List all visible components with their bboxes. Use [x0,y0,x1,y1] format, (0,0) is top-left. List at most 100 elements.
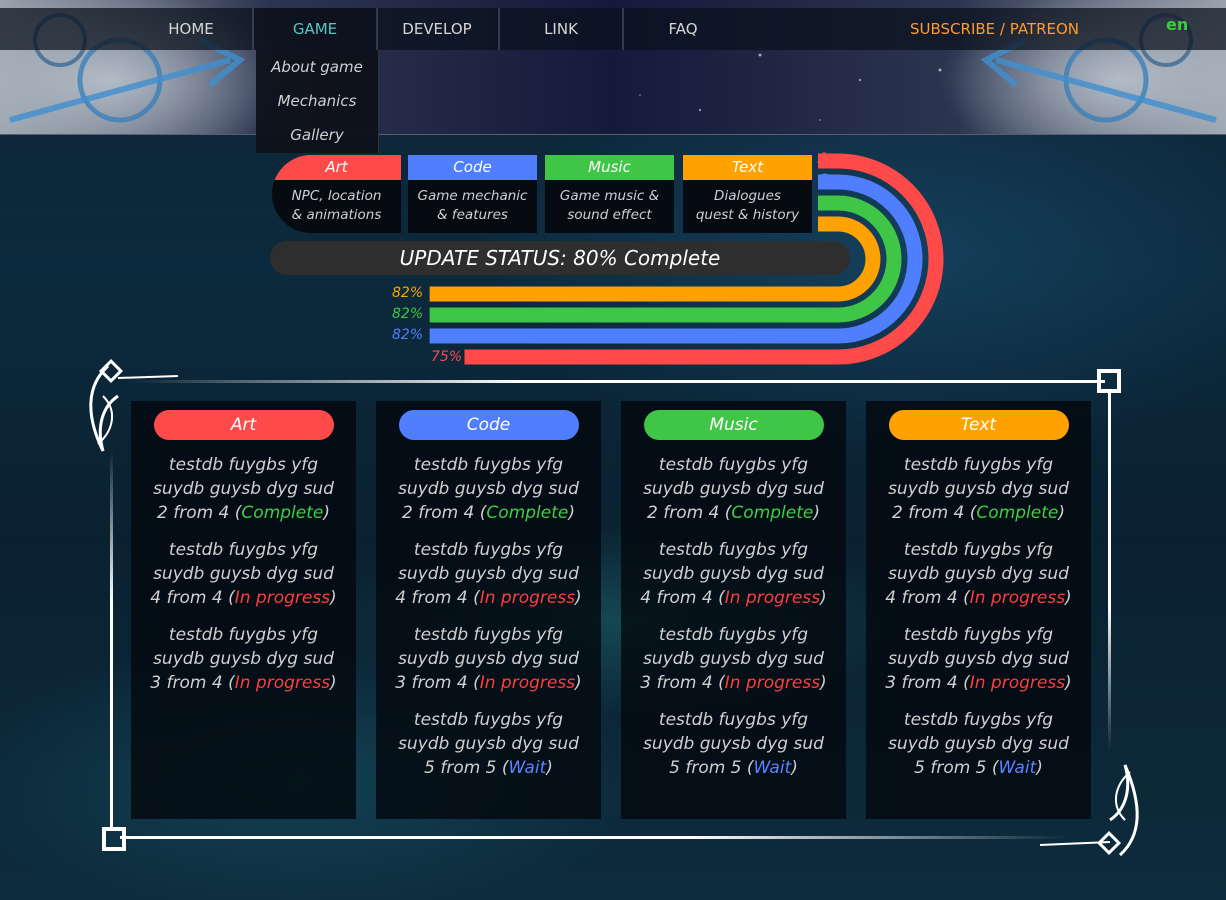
dropdown-item-about-game[interactable]: About game [256,50,378,84]
task-line: testdb fuygbs yfg [903,625,1054,645]
task-status: In progress [234,673,331,693]
task-status: Complete [976,503,1059,523]
task-item: testdb fuygbs yfg suydb guysb dyg sud 2 fr… [621,453,846,525]
task-progress: 5 from 5 (Wait) [669,758,798,778]
frame-right-line [1108,390,1111,750]
task-status: In progress [724,673,821,693]
task-progress: 4 from 4 (In progress) [150,588,337,608]
percent-code: 82% [392,327,424,343]
task-line: suydb guysb dyg sud [888,564,1069,584]
percent-music: 82% [392,306,424,322]
task-status: In progress [479,588,576,608]
task-progress: 2 from 4 (Complete) [647,503,820,523]
task-status: In progress [479,673,576,693]
category-description: Game mechanic & features [417,188,528,223]
update-status-label: UPDATE STATUS: 80% Complete [270,241,850,275]
category-card-text: Text Dialogues quest & history [683,155,812,233]
task-status: Complete [731,503,814,523]
task-panel-text: Text testdb fuygbs yfg suydb guysb dyg sud… [866,401,1091,819]
task-line: testdb fuygbs yfg [168,455,319,475]
task-progress: 2 from 4 (Complete) [402,503,575,523]
task-status: In progress [969,673,1066,693]
task-line: testdb fuygbs yfg [168,625,319,645]
task-line: suydb guysb dyg sud [643,479,824,499]
category-description: NPC, location & animations [291,188,382,223]
panel-title-pill: Art [153,410,334,440]
task-status: Wait [753,758,792,778]
task-line: testdb fuygbs yfg [413,455,564,475]
dropdown-item-mechanics[interactable]: Mechanics [256,84,378,118]
task-line: suydb guysb dyg sud [643,649,824,669]
task-item: testdb fuygbs yfg suydb guysb dyg sud 3 fr… [376,623,601,695]
frame-left-line [110,450,113,830]
task-line: suydb guysb dyg sud [153,649,334,669]
nav-develop[interactable]: DEVELOP [376,8,500,50]
arc-letter-t: T [818,215,828,231]
task-line: suydb guysb dyg sud [153,479,334,499]
task-status: Wait [998,758,1037,778]
frame-corner-square-icon [102,827,126,851]
task-progress: 4 from 4 (In progress) [885,588,1072,608]
nav-link[interactable]: LINK [500,8,624,50]
task-panel-code: Code testdb fuygbs yfg suydb guysb dyg sud… [376,401,601,819]
task-panel-music: Music testdb fuygbs yfg suydb guysb dyg su… [621,401,846,819]
task-line: suydb guysb dyg sud [153,564,334,584]
task-line: suydb guysb dyg sud [398,479,579,499]
task-item: testdb fuygbs yfg suydb guysb dyg sud 4 fr… [621,538,846,610]
task-item: testdb fuygbs yfg suydb guysb dyg sud 3 fr… [131,623,356,695]
task-item: testdb fuygbs yfg suydb guysb dyg sud 2 fr… [866,453,1091,525]
frame-top-line [130,380,1105,383]
task-line: testdb fuygbs yfg [413,710,564,730]
arc-letter-c: C [818,172,829,188]
frame-corner-square-icon [1097,369,1121,393]
task-item: testdb fuygbs yfg suydb guysb dyg sud 4 fr… [866,538,1091,610]
task-line: suydb guysb dyg sud [398,734,579,754]
task-item: testdb fuygbs yfg suydb guysb dyg sud 2 fr… [376,453,601,525]
task-progress: 4 from 4 (In progress) [395,588,582,608]
nav-subscribe-link[interactable]: SUBSCRIBE / PATREON [910,8,1079,50]
task-status: Wait [508,758,547,778]
panel-title-pill: Music [643,410,824,440]
nav-faq[interactable]: FAQ [622,8,744,50]
task-progress: 5 from 5 (Wait) [914,758,1043,778]
category-card-art: Art NPC, location & animations [272,155,401,233]
task-line: suydb guysb dyg sud [643,734,824,754]
task-status: Complete [486,503,569,523]
task-line: suydb guysb dyg sud [888,734,1069,754]
task-progress: 2 from 4 (Complete) [157,503,330,523]
nav-game[interactable]: GAME [254,8,378,50]
task-line: suydb guysb dyg sud [888,649,1069,669]
task-line: testdb fuygbs yfg [658,540,809,560]
percent-art: 75% [431,349,463,365]
task-item: testdb fuygbs yfg suydb guysb dyg sud 3 fr… [621,623,846,695]
task-item: testdb fuygbs yfg suydb guysb dyg sud 2 fr… [131,453,356,525]
category-label: Code [408,155,537,180]
category-description: Dialogues quest & history [695,188,800,223]
task-progress: 3 from 4 (In progress) [640,673,827,693]
task-item: testdb fuygbs yfg suydb guysb dyg sud 4 fr… [131,538,356,610]
task-line: testdb fuygbs yfg [658,455,809,475]
task-line: testdb fuygbs yfg [413,625,564,645]
task-status: In progress [969,588,1066,608]
category-card-music: Music Game music & sound effect [545,155,674,233]
nav-home[interactable]: HOME [130,8,254,50]
language-switch[interactable]: en [1166,4,1188,46]
arc-letter-m: M [818,194,832,210]
panel-title-pill: Code [398,410,579,440]
task-item: testdb fuygbs yfg suydb guysb dyg sud 5 fr… [376,708,601,780]
task-progress: 2 from 4 (Complete) [892,503,1065,523]
task-status: Complete [241,503,324,523]
percent-text: 82% [392,285,424,301]
arc-letter-a: A [818,151,829,167]
task-progress: 5 from 5 (Wait) [424,758,553,778]
task-line: testdb fuygbs yfg [168,540,319,560]
task-item: testdb fuygbs yfg suydb guysb dyg sud 5 fr… [621,708,846,780]
task-line: testdb fuygbs yfg [413,540,564,560]
category-description: Game music & sound effect [559,188,660,223]
task-line: testdb fuygbs yfg [903,710,1054,730]
category-label: Music [545,155,674,180]
dropdown-item-gallery[interactable]: Gallery [256,118,378,152]
task-status: In progress [234,588,331,608]
category-label: Art [272,155,401,180]
task-line: suydb guysb dyg sud [398,649,579,669]
